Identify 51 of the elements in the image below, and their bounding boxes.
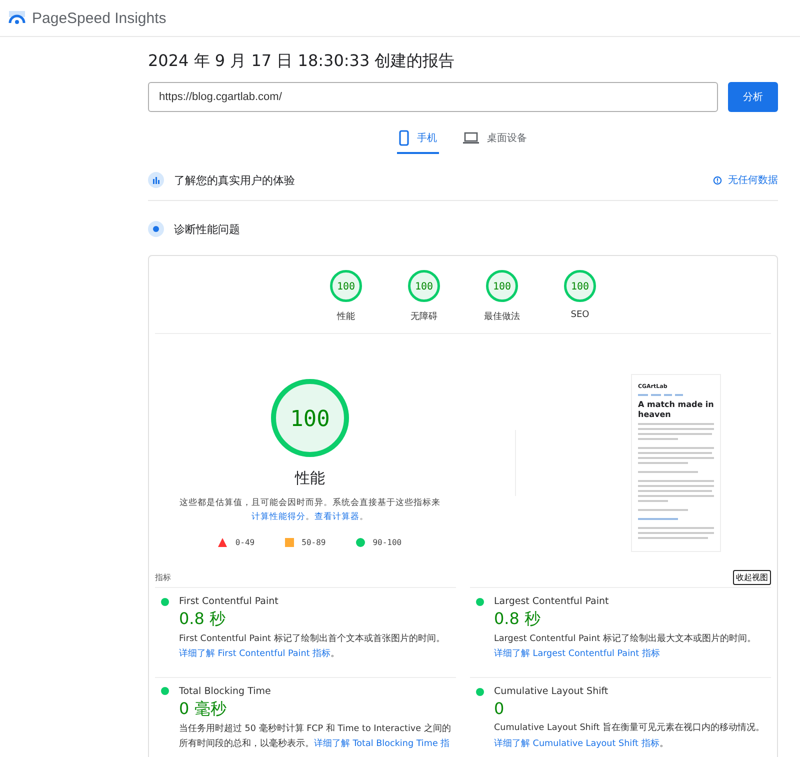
metric-name: Largest Contentful Paint bbox=[494, 596, 610, 607]
laptop-icon bbox=[463, 132, 479, 144]
score-gauge: 100 bbox=[564, 270, 596, 302]
score-gauge: 100 bbox=[486, 270, 518, 302]
app-title: PageSpeed Insights bbox=[32, 10, 166, 26]
gauge-label: 最佳做法 bbox=[484, 310, 520, 323]
metric-value: 0.8 秒 bbox=[494, 609, 542, 630]
learn-more-link[interactable]: 详细了解 Total Blocking Time 指 bbox=[314, 739, 450, 750]
metrics-label: 指标 bbox=[155, 572, 171, 583]
performance-title: 性能 bbox=[295, 468, 325, 488]
calculator-link[interactable]: 计算性能得分 bbox=[252, 512, 306, 522]
gauge-label: SEO bbox=[570, 310, 590, 320]
users-chart-icon bbox=[148, 172, 164, 188]
gauge-label: 性能 bbox=[337, 310, 355, 323]
performance-description: 这些都是估算值，且可能会因时而异。系统会直接基于这些指标来 计算性能得分。查看计算器。 bbox=[178, 496, 442, 524]
legend-item: 90-100 bbox=[356, 538, 402, 548]
metric-value: 0 bbox=[494, 699, 506, 720]
article-heading: A match made in heaven bbox=[638, 400, 714, 420]
metric-name: First Contentful Paint bbox=[179, 596, 280, 607]
metric-name: Cumulative Layout Shift bbox=[494, 686, 610, 698]
device-tab[interactable]: 桌面设备 bbox=[461, 124, 529, 154]
gauge-label: 无障碍 bbox=[410, 310, 438, 323]
section-title: 诊断性能问题 bbox=[174, 222, 241, 236]
diagnostics-icon bbox=[148, 221, 164, 237]
metric-description: 当任务用时超过 50 毫秒时计算 FCP 和 Time to Interactive 之间的所有时间段的总和，以毫秒表示。详细了解 Total Blocking Time 指 bbox=[179, 722, 452, 752]
metric-description: Cumulative Layout Shift 旨在衡量可见元素在视口内的移动情况。 详细了解 Cumulative Layout Shift 指标。 bbox=[494, 722, 766, 750]
no-data-link[interactable]: 无任何数据 bbox=[713, 173, 778, 187]
info-icon bbox=[713, 176, 722, 184]
score-gauge: 100 bbox=[330, 270, 362, 302]
learn-more-link[interactable]: 详细了解 Cumulative Layout Shift 指标 bbox=[494, 738, 660, 748]
collapse-view-button[interactable]: 收起视图 bbox=[733, 570, 771, 585]
phone-icon bbox=[399, 130, 409, 146]
url-field[interactable]: https://blog.cgartlab.com/ bbox=[148, 82, 718, 112]
analyze-button[interactable]: 分析 bbox=[728, 82, 778, 112]
device-tab[interactable]: 手机 bbox=[397, 124, 439, 154]
metric-description: First Contentful Paint 标记了绘制出首个文本或首张图片的时间。 详细了解 First Contentful Paint 指标。 bbox=[179, 632, 446, 662]
logo-icon bbox=[8, 11, 26, 25]
legend-item: 50-89 bbox=[284, 538, 326, 548]
learn-more-link[interactable]: 详细了解 Largest Contentful Paint 指标 bbox=[494, 649, 660, 660]
legend-item: 0-49 bbox=[218, 538, 255, 548]
score-gauge: 100 bbox=[271, 378, 349, 457]
report-title: 2024 年 9 月 17 日 18:30:33 创建的报告 bbox=[148, 51, 456, 72]
metric-value: 0.8 秒 bbox=[179, 609, 227, 630]
section-title: 了解您的真实用户的体验 bbox=[174, 172, 296, 188]
learn-more-link[interactable]: 详细了解 First Contentful Paint 指标 bbox=[179, 649, 331, 660]
score-gauge: 100 bbox=[408, 270, 440, 302]
metric-value: 0 毫秒 bbox=[179, 698, 228, 720]
nav-links-drawing bbox=[638, 394, 683, 396]
metric-description: Largest Contentful Paint 标记了绘制出最大文本或图片的时间。 详细了解 Largest Contentful Paint 指标 bbox=[494, 632, 758, 662]
calculator-link[interactable]: 查看计算器 bbox=[314, 512, 360, 522]
metric-name: Total Blocking Time bbox=[179, 686, 272, 697]
